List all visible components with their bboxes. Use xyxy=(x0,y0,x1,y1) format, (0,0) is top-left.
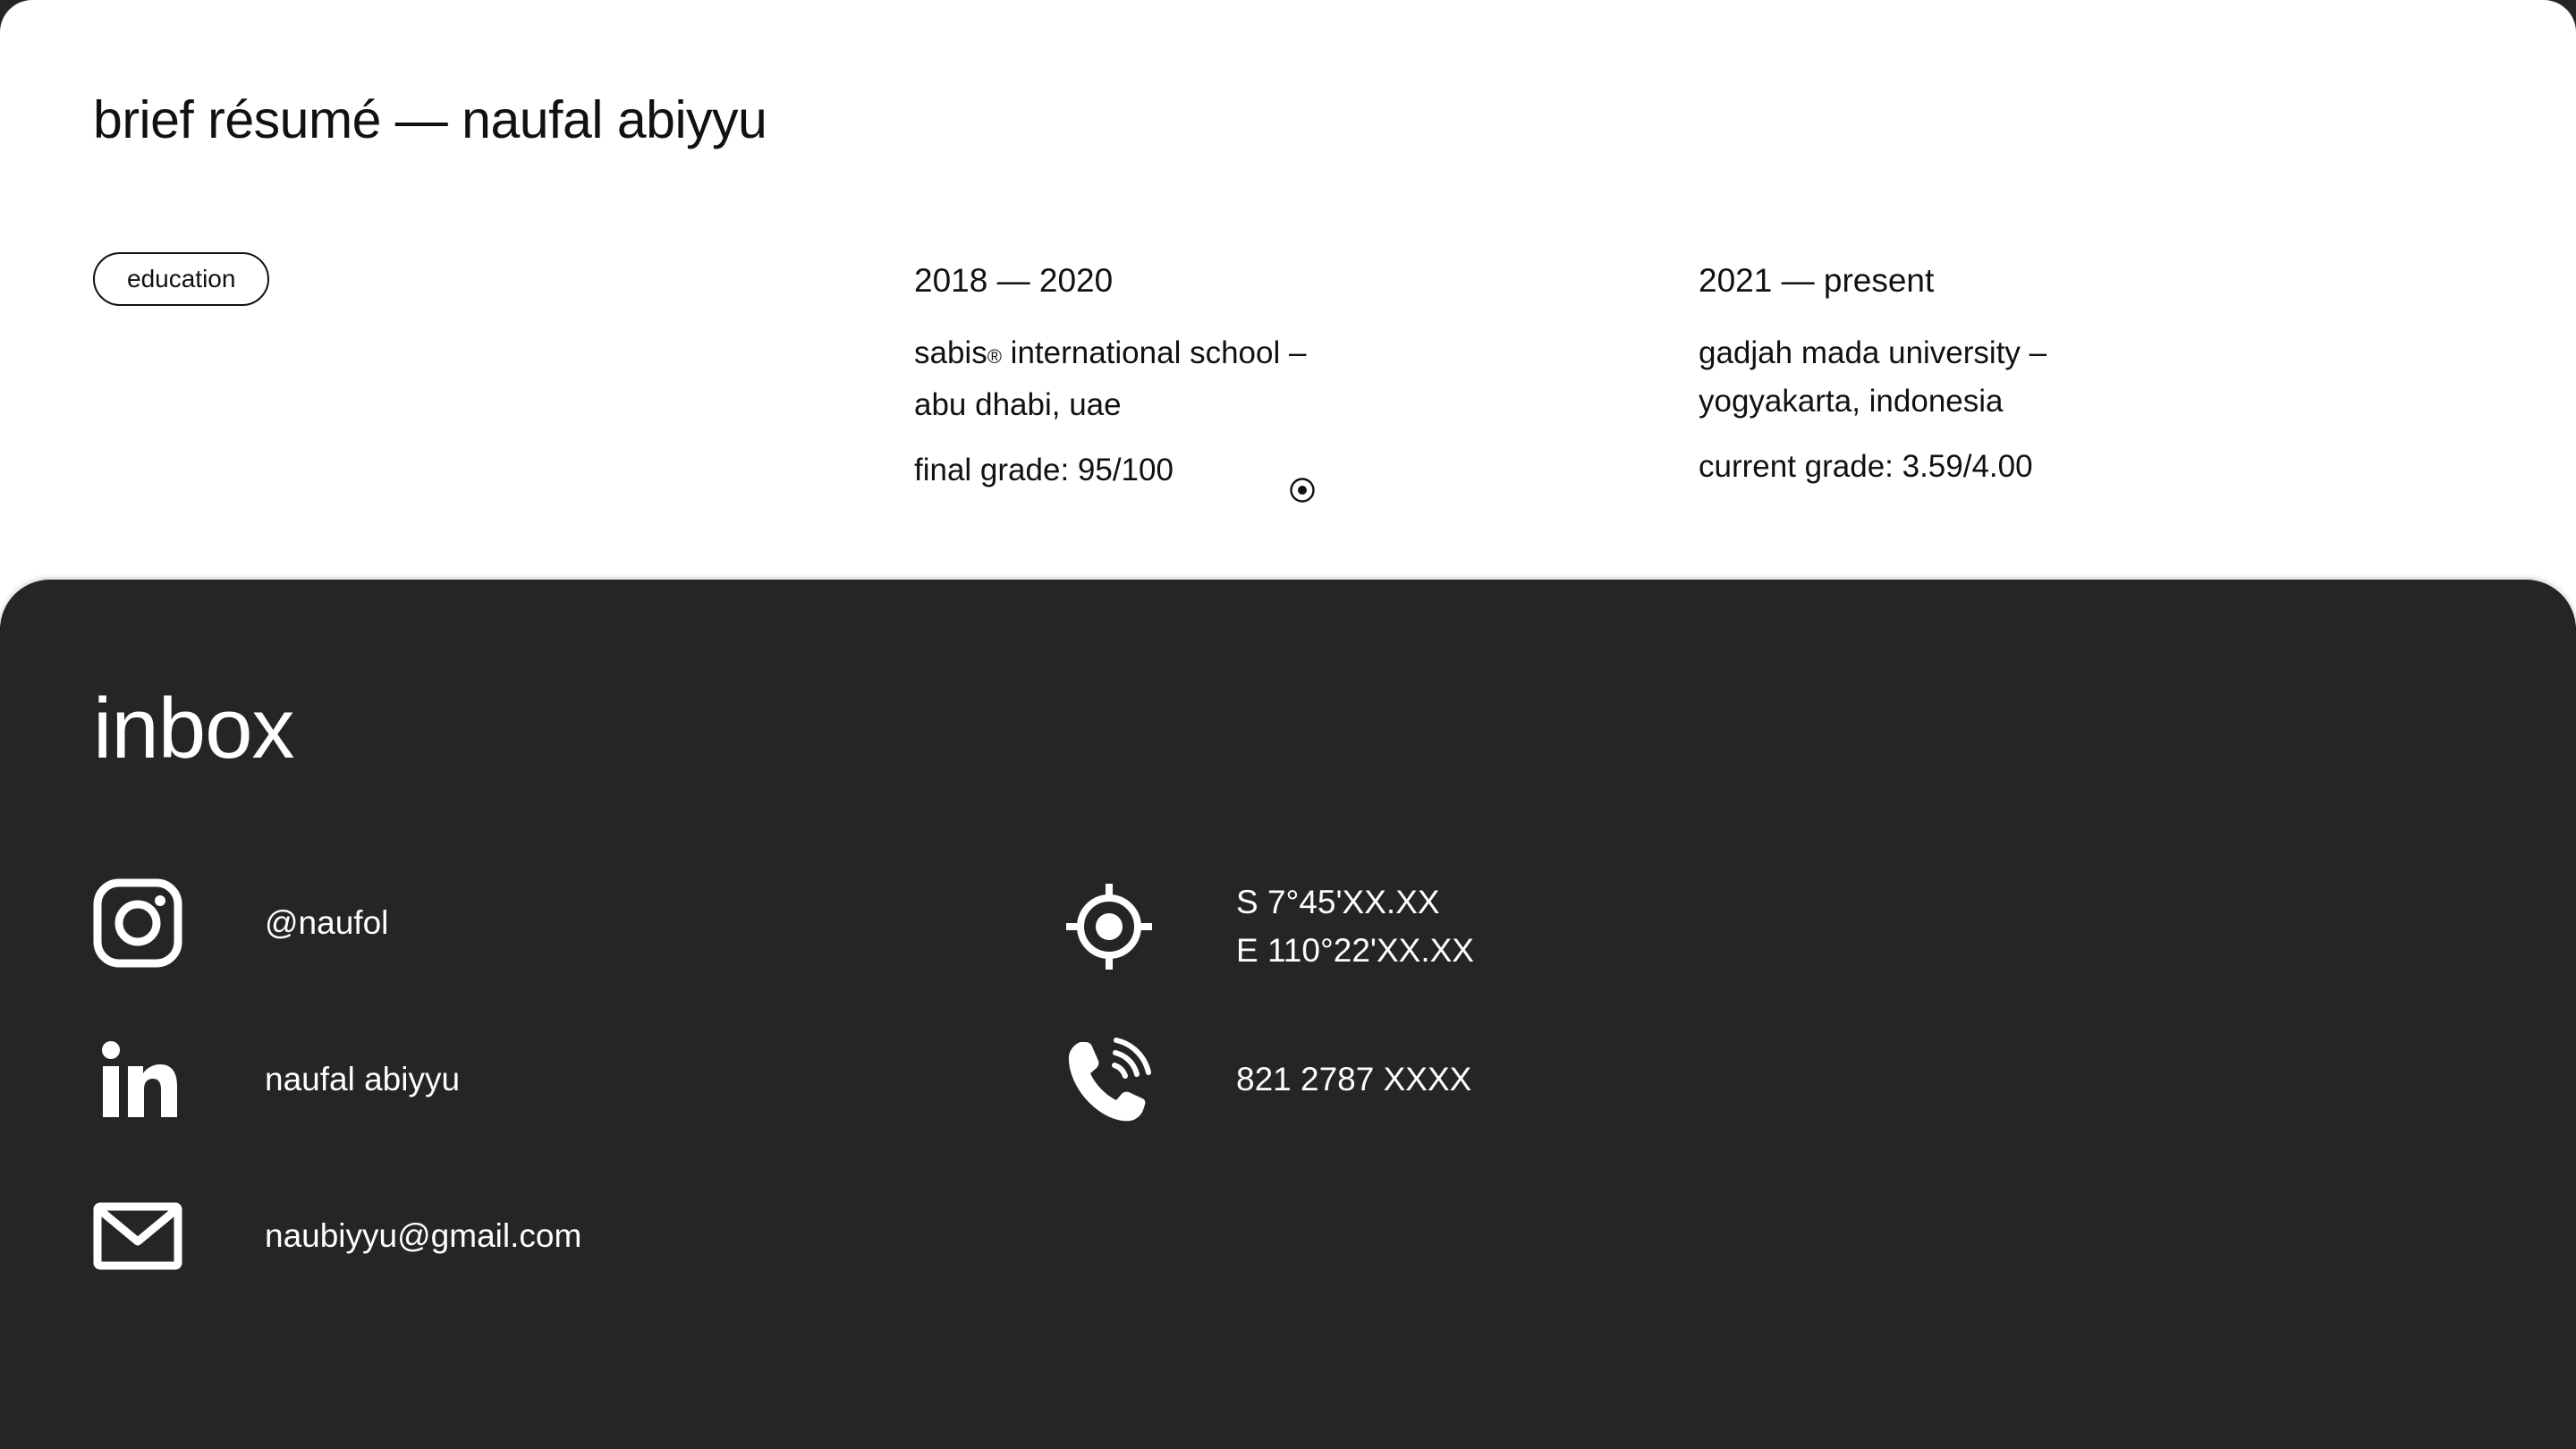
school-name: sabis® international school – abu dhabi,… xyxy=(914,329,1379,429)
education-tag: education xyxy=(93,252,270,306)
resume-title: brief résumé — naufal abiyyu xyxy=(93,90,767,149)
longitude: E 110°22'XX.XX xyxy=(1236,932,1474,969)
mail-icon xyxy=(93,1191,182,1281)
registered-mark: ® xyxy=(987,345,1002,368)
education-grade: current grade: 3.59/4.00 xyxy=(1699,449,2033,484)
linkedin-contact[interactable]: naufal abiyyu xyxy=(93,1035,460,1124)
linkedin-icon xyxy=(93,1035,182,1124)
page: brief résumé — naufal abiyyu education 2… xyxy=(0,0,2576,1449)
phone-number: 821 2787 XXXX xyxy=(1236,1061,1472,1097)
inbox-title: inbox xyxy=(93,681,294,776)
instagram-handle: @naufol xyxy=(265,904,389,941)
school-name-rest: international school – xyxy=(1001,335,1307,370)
school-name: gadjah mada university – yogyakarta, ind… xyxy=(1699,329,2164,426)
latitude: S 7°45'XX.XX xyxy=(1236,884,1440,920)
school-line-1: gadjah mada university – xyxy=(1699,335,2047,370)
location-coordinates: S 7°45'XX.XX E 110°22'XX.XX xyxy=(1236,878,1474,975)
school-line-1: sabis® international school – xyxy=(914,329,1379,381)
location-contact: S 7°45'XX.XX E 110°22'XX.XX xyxy=(1064,878,1474,975)
education-period: 2018 — 2020 xyxy=(914,262,1114,299)
instagram-icon xyxy=(93,878,182,968)
education-entry-sabis: 2018 — 2020 sabis® international school … xyxy=(914,259,1379,492)
instagram-contact[interactable]: @naufol xyxy=(93,878,388,968)
email-contact[interactable]: naubiyyu@gmail.com xyxy=(93,1191,581,1281)
school-location: yogyakarta, indonesia xyxy=(1699,384,2004,419)
linkedin-name: naufal abiyyu xyxy=(265,1061,461,1097)
education-period: 2021 — present xyxy=(1699,262,1935,299)
phone-contact[interactable]: 821 2787 XXXX xyxy=(1064,1035,1471,1124)
phone-icon xyxy=(1064,1035,1154,1124)
email-address: naubiyyu@gmail.com xyxy=(265,1217,582,1254)
location-crosshair-icon xyxy=(1064,882,1154,971)
school-location: abu dhabi, uae xyxy=(914,387,1122,422)
resume-section: brief résumé — naufal abiyyu education 2… xyxy=(0,0,2576,626)
inbox-section: inbox @naufol naufal abiyyu naubiyyu@gma… xyxy=(0,580,2576,1449)
education-entry-ugm: 2021 — present gadjah mada university – … xyxy=(1699,259,2164,488)
school-brand: sabis xyxy=(914,335,987,370)
cursor-dot-icon xyxy=(1290,478,1315,503)
